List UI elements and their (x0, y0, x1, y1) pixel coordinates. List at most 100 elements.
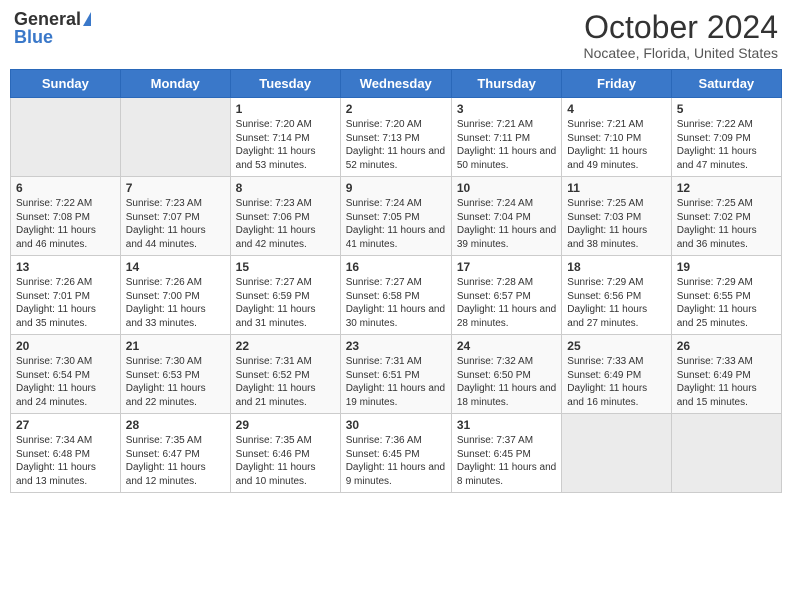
calendar-cell: 15 Sunrise: 7:27 AM Sunset: 6:59 PM Dayli… (230, 256, 340, 335)
day-number: 21 (126, 339, 225, 353)
calendar-cell: 2 Sunrise: 7:20 AM Sunset: 7:13 PM Daylig… (340, 98, 451, 177)
day-number: 27 (16, 418, 115, 432)
day-info: Sunrise: 7:27 AM Sunset: 6:58 PM Dayligh… (346, 276, 446, 330)
day-number: 29 (236, 418, 335, 432)
day-number: 18 (567, 260, 665, 274)
day-info: Sunrise: 7:23 AM Sunset: 7:07 PM Dayligh… (126, 197, 225, 251)
calendar-cell: 17 Sunrise: 7:28 AM Sunset: 6:57 PM Dayli… (451, 256, 561, 335)
calendar-cell: 6 Sunrise: 7:22 AM Sunset: 7:08 PM Daylig… (11, 177, 121, 256)
day-info: Sunrise: 7:30 AM Sunset: 6:53 PM Dayligh… (126, 355, 225, 409)
day-info: Sunrise: 7:21 AM Sunset: 7:10 PM Dayligh… (567, 118, 665, 172)
day-info: Sunrise: 7:37 AM Sunset: 6:45 PM Dayligh… (457, 434, 556, 488)
day-header-wednesday: Wednesday (340, 70, 451, 98)
day-info: Sunrise: 7:22 AM Sunset: 7:08 PM Dayligh… (16, 197, 115, 251)
calendar-cell: 4 Sunrise: 7:21 AM Sunset: 7:10 PM Daylig… (562, 98, 671, 177)
day-info: Sunrise: 7:20 AM Sunset: 7:13 PM Dayligh… (346, 118, 446, 172)
day-number: 11 (567, 181, 665, 195)
day-info: Sunrise: 7:28 AM Sunset: 6:57 PM Dayligh… (457, 276, 556, 330)
day-info: Sunrise: 7:27 AM Sunset: 6:59 PM Dayligh… (236, 276, 335, 330)
day-info: Sunrise: 7:22 AM Sunset: 7:09 PM Dayligh… (677, 118, 776, 172)
day-info: Sunrise: 7:29 AM Sunset: 6:55 PM Dayligh… (677, 276, 776, 330)
calendar-cell: 23 Sunrise: 7:31 AM Sunset: 6:51 PM Dayli… (340, 335, 451, 414)
day-info: Sunrise: 7:31 AM Sunset: 6:51 PM Dayligh… (346, 355, 446, 409)
calendar-cell: 30Sunrise: 7:36 AM Sunset: 6:45 PM Dayli… (340, 414, 451, 493)
calendar-cell: 13 Sunrise: 7:26 AM Sunset: 7:01 PM Dayli… (11, 256, 121, 335)
day-number: 13 (16, 260, 115, 274)
day-header-sunday: Sunday (11, 70, 121, 98)
page-header: General Blue October 2024 Nocatee, Flori… (10, 10, 782, 61)
day-number: 19 (677, 260, 776, 274)
day-header-friday: Friday (562, 70, 671, 98)
calendar-cell: 8Sunrise: 7:23 AM Sunset: 7:06 PM Daylig… (230, 177, 340, 256)
day-info: Sunrise: 7:25 AM Sunset: 7:02 PM Dayligh… (677, 197, 776, 251)
calendar-cell: 7 Sunrise: 7:23 AM Sunset: 7:07 PM Daylig… (120, 177, 230, 256)
day-number: 28 (126, 418, 225, 432)
calendar-cell (11, 98, 121, 177)
calendar-cell: 18 Sunrise: 7:29 AM Sunset: 6:56 PM Dayli… (562, 256, 671, 335)
calendar-cell: 9Sunrise: 7:24 AM Sunset: 7:05 PM Daylig… (340, 177, 451, 256)
calendar-cell: 24Sunrise: 7:32 AM Sunset: 6:50 PM Dayli… (451, 335, 561, 414)
calendar-cell: 1Sunrise: 7:20 AM Sunset: 7:14 PM Daylig… (230, 98, 340, 177)
calendar-cell: 3 Sunrise: 7:21 AM Sunset: 7:11 PM Daylig… (451, 98, 561, 177)
day-info: Sunrise: 7:35 AM Sunset: 6:46 PM Dayligh… (236, 434, 335, 488)
calendar-cell (562, 414, 671, 493)
day-header-saturday: Saturday (671, 70, 781, 98)
day-number: 17 (457, 260, 556, 274)
day-number: 30 (346, 418, 446, 432)
day-info: Sunrise: 7:25 AM Sunset: 7:03 PM Dayligh… (567, 197, 665, 251)
day-number: 15 (236, 260, 335, 274)
day-number: 20 (16, 339, 115, 353)
calendar-week-4: 20Sunrise: 7:30 AM Sunset: 6:54 PM Dayli… (11, 335, 782, 414)
day-number: 1 (236, 102, 335, 116)
location-text: Nocatee, Florida, United States (583, 45, 778, 61)
title-block: October 2024 Nocatee, Florida, United St… (583, 10, 778, 61)
day-number: 6 (16, 181, 115, 195)
logo-blue-text: Blue (14, 28, 53, 46)
day-number: 25 (567, 339, 665, 353)
day-number: 4 (567, 102, 665, 116)
day-info: Sunrise: 7:24 AM Sunset: 7:04 PM Dayligh… (457, 197, 556, 251)
day-info: Sunrise: 7:33 AM Sunset: 6:49 PM Dayligh… (677, 355, 776, 409)
day-number: 7 (126, 181, 225, 195)
logo-general-text: General (14, 10, 81, 28)
logo: General Blue (14, 10, 91, 46)
day-header-monday: Monday (120, 70, 230, 98)
calendar-cell: 28 Sunrise: 7:35 AM Sunset: 6:47 PM Dayli… (120, 414, 230, 493)
day-number: 10 (457, 181, 556, 195)
day-number: 24 (457, 339, 556, 353)
day-info: Sunrise: 7:31 AM Sunset: 6:52 PM Dayligh… (236, 355, 335, 409)
calendar-table: SundayMondayTuesdayWednesdayThursdayFrid… (10, 69, 782, 493)
day-number: 31 (457, 418, 556, 432)
day-number: 3 (457, 102, 556, 116)
day-info: Sunrise: 7:35 AM Sunset: 6:47 PM Dayligh… (126, 434, 225, 488)
calendar-cell: 5Sunrise: 7:22 AM Sunset: 7:09 PM Daylig… (671, 98, 781, 177)
day-info: Sunrise: 7:21 AM Sunset: 7:11 PM Dayligh… (457, 118, 556, 172)
calendar-cell: 16Sunrise: 7:27 AM Sunset: 6:58 PM Dayli… (340, 256, 451, 335)
day-info: Sunrise: 7:29 AM Sunset: 6:56 PM Dayligh… (567, 276, 665, 330)
day-info: Sunrise: 7:34 AM Sunset: 6:48 PM Dayligh… (16, 434, 115, 488)
day-number: 23 (346, 339, 446, 353)
day-info: Sunrise: 7:26 AM Sunset: 7:00 PM Dayligh… (126, 276, 225, 330)
day-info: Sunrise: 7:26 AM Sunset: 7:01 PM Dayligh… (16, 276, 115, 330)
calendar-week-3: 13 Sunrise: 7:26 AM Sunset: 7:01 PM Dayli… (11, 256, 782, 335)
day-number: 26 (677, 339, 776, 353)
calendar-cell: 19 Sunrise: 7:29 AM Sunset: 6:55 PM Dayli… (671, 256, 781, 335)
calendar-cell (671, 414, 781, 493)
day-number: 22 (236, 339, 335, 353)
calendar-week-1: 1Sunrise: 7:20 AM Sunset: 7:14 PM Daylig… (11, 98, 782, 177)
calendar-cell: 29 Sunrise: 7:35 AM Sunset: 6:46 PM Dayli… (230, 414, 340, 493)
calendar-cell: 25 Sunrise: 7:33 AM Sunset: 6:49 PM Dayli… (562, 335, 671, 414)
calendar-cell: 11 Sunrise: 7:25 AM Sunset: 7:03 PM Dayli… (562, 177, 671, 256)
calendar-cell: 12Sunrise: 7:25 AM Sunset: 7:02 PM Dayli… (671, 177, 781, 256)
calendar-cell: 20Sunrise: 7:30 AM Sunset: 6:54 PM Dayli… (11, 335, 121, 414)
calendar-cell: 31 Sunrise: 7:37 AM Sunset: 6:45 PM Dayli… (451, 414, 561, 493)
day-info: Sunrise: 7:23 AM Sunset: 7:06 PM Dayligh… (236, 197, 335, 251)
calendar-cell: 21 Sunrise: 7:30 AM Sunset: 6:53 PM Dayli… (120, 335, 230, 414)
day-number: 2 (346, 102, 446, 116)
day-header-tuesday: Tuesday (230, 70, 340, 98)
month-title: October 2024 (583, 10, 778, 45)
calendar-cell: 27 Sunrise: 7:34 AM Sunset: 6:48 PM Dayli… (11, 414, 121, 493)
day-info: Sunrise: 7:33 AM Sunset: 6:49 PM Dayligh… (567, 355, 665, 409)
day-info: Sunrise: 7:24 AM Sunset: 7:05 PM Dayligh… (346, 197, 446, 251)
calendar-cell: 10 Sunrise: 7:24 AM Sunset: 7:04 PM Dayli… (451, 177, 561, 256)
